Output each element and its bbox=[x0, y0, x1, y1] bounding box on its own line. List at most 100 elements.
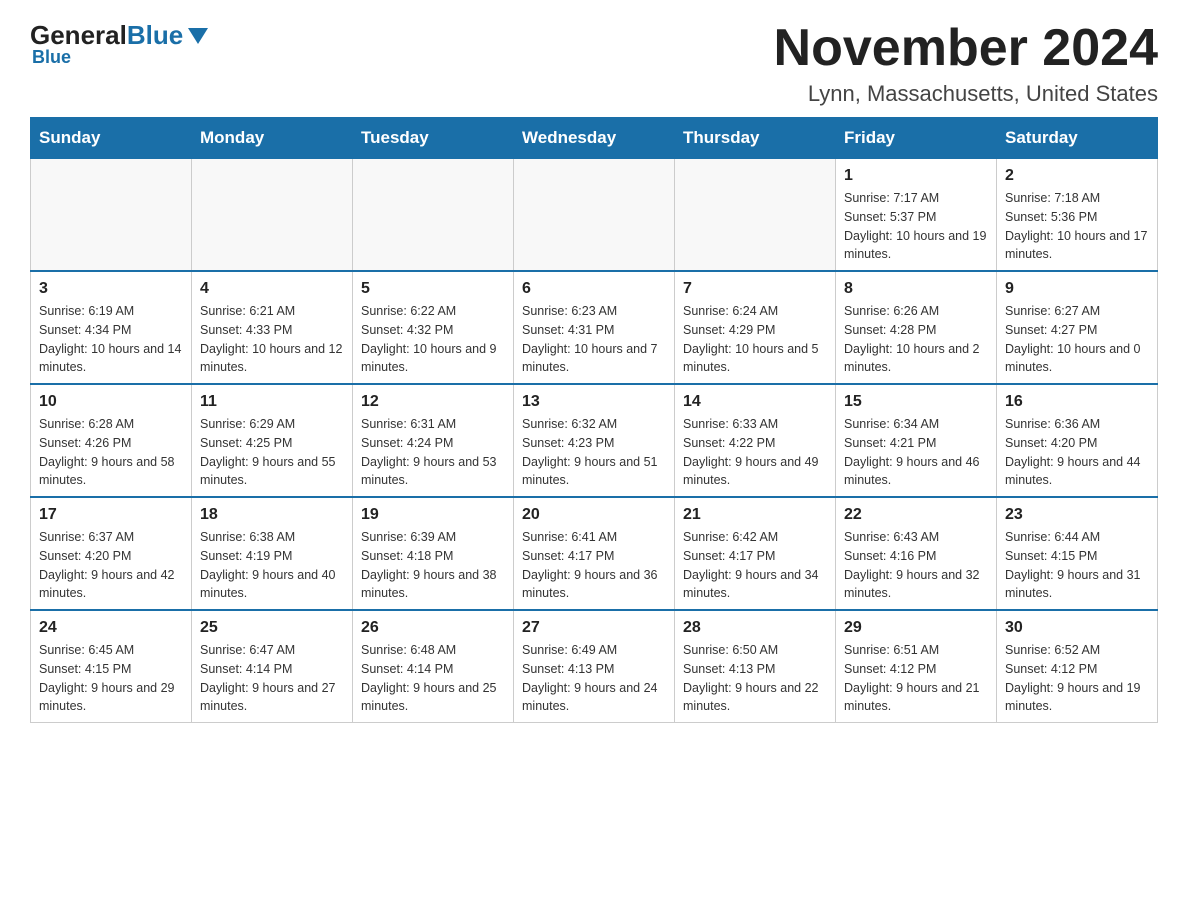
calendar-cell: 17 Sunrise: 6:37 AMSunset: 4:20 PMDayligh… bbox=[31, 497, 192, 610]
calendar-cell: 13 Sunrise: 6:32 AMSunset: 4:23 PMDayligh… bbox=[514, 384, 675, 497]
column-header-saturday: Saturday bbox=[997, 118, 1158, 159]
day-info: Sunrise: 6:19 AMSunset: 4:34 PMDaylight:… bbox=[39, 302, 183, 377]
day-number: 24 bbox=[39, 619, 183, 637]
day-number: 23 bbox=[1005, 506, 1149, 524]
day-number: 5 bbox=[361, 280, 505, 298]
day-number: 12 bbox=[361, 393, 505, 411]
title-area: November 2024 Lynn, Massachusetts, Unite… bbox=[774, 20, 1158, 107]
day-info: Sunrise: 6:44 AMSunset: 4:15 PMDaylight:… bbox=[1005, 528, 1149, 603]
calendar-cell: 26Sunrise: 6:48 AMSunset: 4:14 PMDayligh… bbox=[353, 610, 514, 723]
calendar-cell bbox=[31, 159, 192, 272]
day-info: Sunrise: 6:29 AMSunset: 4:25 PMDaylight:… bbox=[200, 415, 344, 490]
day-number: 29 bbox=[844, 619, 988, 637]
day-info: Sunrise: 6:28 AMSunset: 4:26 PMDaylight:… bbox=[39, 415, 183, 490]
day-number: 22 bbox=[844, 506, 988, 524]
calendar-cell bbox=[514, 159, 675, 272]
calendar-cell bbox=[353, 159, 514, 272]
calendar-cell: 3Sunrise: 6:19 AMSunset: 4:34 PMDaylight… bbox=[31, 271, 192, 384]
day-info: Sunrise: 6:42 AMSunset: 4:17 PMDaylight:… bbox=[683, 528, 827, 603]
calendar-cell: 5Sunrise: 6:22 AMSunset: 4:32 PMDaylight… bbox=[353, 271, 514, 384]
day-info: Sunrise: 6:33 AMSunset: 4:22 PMDaylight:… bbox=[683, 415, 827, 490]
day-number: 14 bbox=[683, 393, 827, 411]
day-info: Sunrise: 6:32 AMSunset: 4:23 PMDaylight:… bbox=[522, 415, 666, 490]
day-number: 16 bbox=[1005, 393, 1149, 411]
day-info: Sunrise: 6:52 AMSunset: 4:12 PMDaylight:… bbox=[1005, 641, 1149, 716]
day-number: 30 bbox=[1005, 619, 1149, 637]
logo: General Blue Blue bbox=[30, 20, 208, 68]
day-number: 18 bbox=[200, 506, 344, 524]
calendar-cell: 4 Sunrise: 6:21 AMSunset: 4:33 PMDaylight… bbox=[192, 271, 353, 384]
day-info: Sunrise: 6:43 AMSunset: 4:16 PMDaylight:… bbox=[844, 528, 988, 603]
calendar-cell: 18 Sunrise: 6:38 AMSunset: 4:19 PMDayligh… bbox=[192, 497, 353, 610]
day-info: Sunrise: 6:27 AMSunset: 4:27 PMDaylight:… bbox=[1005, 302, 1149, 377]
calendar-week-row: 17 Sunrise: 6:37 AMSunset: 4:20 PMDayligh… bbox=[31, 497, 1158, 610]
day-number: 15 bbox=[844, 393, 988, 411]
calendar-cell: 23 Sunrise: 6:44 AMSunset: 4:15 PMDayligh… bbox=[997, 497, 1158, 610]
day-info: Sunrise: 6:47 AMSunset: 4:14 PMDaylight:… bbox=[200, 641, 344, 716]
calendar-week-row: 1 Sunrise: 7:17 AMSunset: 5:37 PMDaylight… bbox=[31, 159, 1158, 272]
day-number: 20 bbox=[522, 506, 666, 524]
column-header-sunday: Sunday bbox=[31, 118, 192, 159]
calendar-cell: 27Sunrise: 6:49 AMSunset: 4:13 PMDayligh… bbox=[514, 610, 675, 723]
day-number: 4 bbox=[200, 280, 344, 298]
calendar-week-row: 24 Sunrise: 6:45 AMSunset: 4:15 PMDayligh… bbox=[31, 610, 1158, 723]
day-number: 17 bbox=[39, 506, 183, 524]
day-number: 10 bbox=[39, 393, 183, 411]
calendar-cell: 7 Sunrise: 6:24 AMSunset: 4:29 PMDaylight… bbox=[675, 271, 836, 384]
day-info: Sunrise: 6:21 AMSunset: 4:33 PMDaylight:… bbox=[200, 302, 344, 377]
calendar-cell: 30 Sunrise: 6:52 AMSunset: 4:12 PMDayligh… bbox=[997, 610, 1158, 723]
day-number: 11 bbox=[200, 393, 344, 411]
day-number: 8 bbox=[844, 280, 988, 298]
calendar-week-row: 3Sunrise: 6:19 AMSunset: 4:34 PMDaylight… bbox=[31, 271, 1158, 384]
day-info: Sunrise: 6:31 AMSunset: 4:24 PMDaylight:… bbox=[361, 415, 505, 490]
main-title: November 2024 bbox=[774, 20, 1158, 77]
day-number: 9 bbox=[1005, 280, 1149, 298]
day-number: 13 bbox=[522, 393, 666, 411]
day-number: 27 bbox=[522, 619, 666, 637]
day-number: 19 bbox=[361, 506, 505, 524]
day-number: 6 bbox=[522, 280, 666, 298]
day-info: Sunrise: 6:24 AMSunset: 4:29 PMDaylight:… bbox=[683, 302, 827, 377]
calendar-cell: 10 Sunrise: 6:28 AMSunset: 4:26 PMDayligh… bbox=[31, 384, 192, 497]
day-number: 21 bbox=[683, 506, 827, 524]
calendar-body: 1 Sunrise: 7:17 AMSunset: 5:37 PMDaylight… bbox=[31, 159, 1158, 723]
calendar-cell: 12 Sunrise: 6:31 AMSunset: 4:24 PMDayligh… bbox=[353, 384, 514, 497]
day-info: Sunrise: 6:36 AMSunset: 4:20 PMDaylight:… bbox=[1005, 415, 1149, 490]
calendar-cell: 2Sunrise: 7:18 AMSunset: 5:36 PMDaylight… bbox=[997, 159, 1158, 272]
calendar-table: SundayMondayTuesdayWednesdayThursdayFrid… bbox=[30, 117, 1158, 723]
logo-underline-text: Blue bbox=[30, 47, 71, 68]
day-info: Sunrise: 6:23 AMSunset: 4:31 PMDaylight:… bbox=[522, 302, 666, 377]
header-area: General Blue Blue November 2024 Lynn, Ma… bbox=[30, 20, 1158, 107]
day-info: Sunrise: 7:17 AMSunset: 5:37 PMDaylight:… bbox=[844, 189, 988, 264]
calendar-cell: 16 Sunrise: 6:36 AMSunset: 4:20 PMDayligh… bbox=[997, 384, 1158, 497]
calendar-cell: 25Sunrise: 6:47 AMSunset: 4:14 PMDayligh… bbox=[192, 610, 353, 723]
calendar-week-row: 10 Sunrise: 6:28 AMSunset: 4:26 PMDayligh… bbox=[31, 384, 1158, 497]
day-number: 1 bbox=[844, 167, 988, 185]
calendar-cell: 19 Sunrise: 6:39 AMSunset: 4:18 PMDayligh… bbox=[353, 497, 514, 610]
day-info: Sunrise: 6:45 AMSunset: 4:15 PMDaylight:… bbox=[39, 641, 183, 716]
calendar-cell: 21 Sunrise: 6:42 AMSunset: 4:17 PMDayligh… bbox=[675, 497, 836, 610]
column-header-monday: Monday bbox=[192, 118, 353, 159]
calendar-cell: 29Sunrise: 6:51 AMSunset: 4:12 PMDayligh… bbox=[836, 610, 997, 723]
logo-triangle-icon bbox=[188, 28, 208, 44]
calendar-cell bbox=[675, 159, 836, 272]
calendar-cell: 28Sunrise: 6:50 AMSunset: 4:13 PMDayligh… bbox=[675, 610, 836, 723]
calendar-header: SundayMondayTuesdayWednesdayThursdayFrid… bbox=[31, 118, 1158, 159]
calendar-cell: 24 Sunrise: 6:45 AMSunset: 4:15 PMDayligh… bbox=[31, 610, 192, 723]
day-info: Sunrise: 6:37 AMSunset: 4:20 PMDaylight:… bbox=[39, 528, 183, 603]
calendar-cell: 11 Sunrise: 6:29 AMSunset: 4:25 PMDayligh… bbox=[192, 384, 353, 497]
column-header-friday: Friday bbox=[836, 118, 997, 159]
day-info: Sunrise: 6:26 AMSunset: 4:28 PMDaylight:… bbox=[844, 302, 988, 377]
day-info: Sunrise: 6:41 AMSunset: 4:17 PMDaylight:… bbox=[522, 528, 666, 603]
logo-blue-word: Blue bbox=[127, 20, 183, 51]
day-number: 28 bbox=[683, 619, 827, 637]
calendar-cell: 22 Sunrise: 6:43 AMSunset: 4:16 PMDayligh… bbox=[836, 497, 997, 610]
calendar-cell: 20 Sunrise: 6:41 AMSunset: 4:17 PMDayligh… bbox=[514, 497, 675, 610]
calendar-cell: 1 Sunrise: 7:17 AMSunset: 5:37 PMDaylight… bbox=[836, 159, 997, 272]
day-info: Sunrise: 6:38 AMSunset: 4:19 PMDaylight:… bbox=[200, 528, 344, 603]
day-number: 7 bbox=[683, 280, 827, 298]
day-info: Sunrise: 6:34 AMSunset: 4:21 PMDaylight:… bbox=[844, 415, 988, 490]
subtitle: Lynn, Massachusetts, United States bbox=[774, 81, 1158, 107]
day-info: Sunrise: 6:39 AMSunset: 4:18 PMDaylight:… bbox=[361, 528, 505, 603]
calendar-cell: 6 Sunrise: 6:23 AMSunset: 4:31 PMDaylight… bbox=[514, 271, 675, 384]
